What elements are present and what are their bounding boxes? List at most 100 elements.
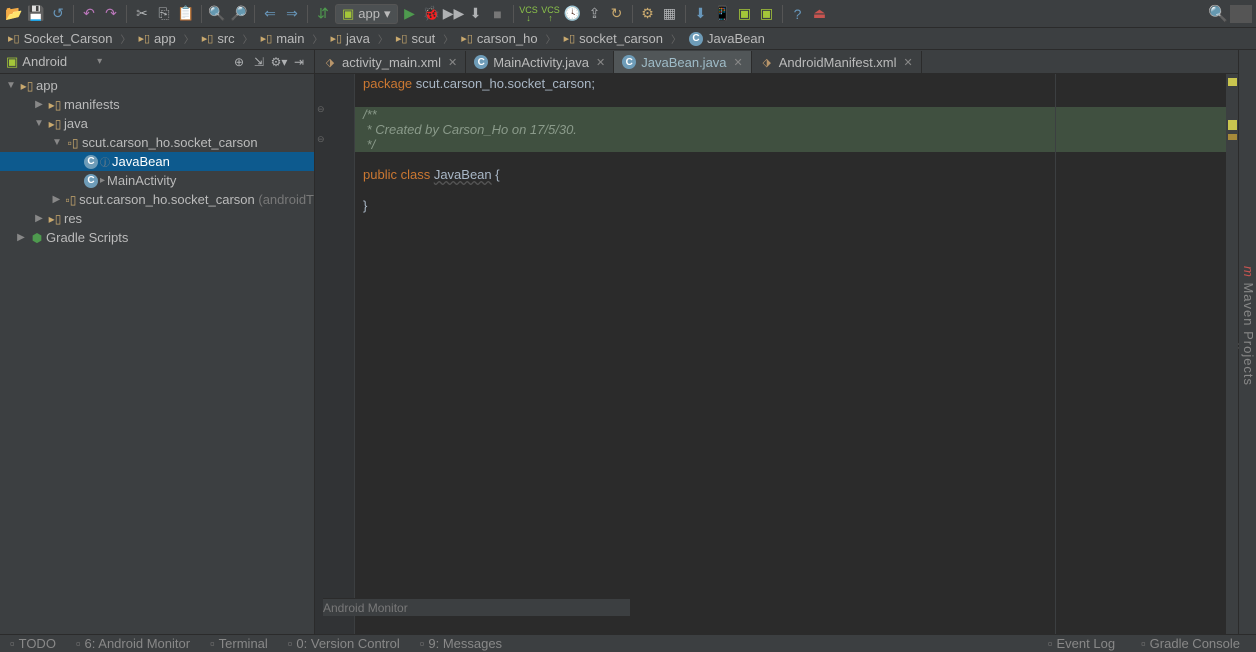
tree-node[interactable]: ▶⬢Gradle Scripts: [0, 228, 314, 247]
tree-node[interactable]: ▼▫▯scut.carson_ho.socket_carson: [0, 133, 314, 152]
tree-node[interactable]: ▶▫▯scut.carson_ho.socket_carson (android…: [0, 190, 314, 209]
editor-tab[interactable]: C MainActivity.java ✕: [466, 51, 614, 73]
bottom-tool-tab[interactable]: ▫ 9: Messages: [410, 635, 512, 652]
project-view-selector[interactable]: Android: [22, 54, 67, 69]
module-icon: ▸▯: [18, 79, 36, 93]
run-config-label: app: [358, 6, 380, 21]
folder-icon: ▸▯: [138, 32, 150, 45]
scroll-from-source-icon[interactable]: ⊕: [230, 53, 248, 71]
tool-window-label[interactable]: Android Monitor: [323, 598, 630, 616]
tab-label: MainActivity.java: [493, 55, 589, 70]
avd-manager-icon[interactable]: 📱: [713, 4, 733, 24]
save-icon[interactable]: 💾: [26, 4, 46, 24]
tab-close-icon[interactable]: ✕: [596, 56, 605, 69]
breadcrumb-item[interactable]: ▸▯src: [198, 31, 257, 46]
cut-icon[interactable]: ✂: [132, 4, 152, 24]
exit-icon[interactable]: ⏏: [810, 4, 830, 24]
copy-icon[interactable]: ⎘: [154, 4, 174, 24]
folder-icon: ▸▯: [46, 117, 64, 131]
breadcrumb-label: src: [217, 31, 234, 46]
profile-icon[interactable]: ▶▶: [444, 4, 464, 24]
editor-marker-bar[interactable]: [1226, 74, 1238, 634]
dropdown-arrow-icon[interactable]: ▾: [97, 56, 102, 67]
tree-node[interactable]: ▼▸▯java: [0, 114, 314, 133]
run-icon[interactable]: ▶: [400, 4, 420, 24]
breadcrumb-item[interactable]: CJavaBean: [685, 31, 769, 46]
collapse-all-icon[interactable]: ⇲: [250, 53, 268, 71]
tab-close-icon[interactable]: ✕: [448, 56, 457, 69]
build-icon[interactable]: ⇵: [313, 4, 333, 24]
class-icon: C: [622, 55, 636, 69]
redo-icon[interactable]: ↷: [101, 4, 121, 24]
stop-icon[interactable]: ■: [488, 4, 508, 24]
bottom-tool-tab[interactable]: ▫ Terminal: [200, 635, 278, 652]
vcs-update-icon[interactable]: VCS↓: [519, 4, 539, 24]
bottom-tool-tab-right[interactable]: ▫ Gradle Console: [1131, 636, 1250, 651]
editor-tab[interactable]: CJavaBean.java✕: [614, 51, 752, 73]
folder-icon: ▸▯: [46, 212, 64, 226]
breadcrumb-item[interactable]: ▸▯ carson_ho: [457, 31, 559, 46]
breadcrumb-item[interactable]: ▸▯app: [134, 31, 197, 46]
breadcrumb-item[interactable]: ▸▯socket_carson: [560, 31, 685, 46]
tab-label: activity_main.xml: [342, 55, 441, 70]
breadcrumb-item[interactable]: ▸▯ Socket_Carson: [4, 31, 134, 46]
project-structure-icon[interactable]: ▦: [660, 4, 680, 24]
undo-icon[interactable]: ↶: [79, 4, 99, 24]
open-icon[interactable]: 📂: [4, 4, 24, 24]
code-editor[interactable]: package scut.carson_ho.socket_carson; /*…: [355, 74, 1226, 634]
breadcrumb-item[interactable]: ▸▯scut: [392, 31, 457, 46]
editor-tab[interactable]: ⬗activity_main.xml✕: [315, 51, 466, 73]
tree-node[interactable]: ▶▸▯manifests: [0, 95, 314, 114]
breadcrumb: ▸▯Socket_Carson▸▯app▸▯src▸▯main▸▯java▸▯s…: [0, 28, 1256, 50]
breadcrumb-item[interactable]: ▸▯java: [326, 31, 391, 46]
breadcrumb-label: java: [346, 31, 370, 46]
xml-icon: ⬗: [760, 55, 774, 69]
help-icon[interactable]: ?: [788, 4, 808, 24]
project-panel: ▣ Android ▾ ⊕ ⇲ ⚙▾ ⇥ ▼▸▯app▶▸▯manifests▼…: [0, 50, 315, 634]
vcs-push-icon[interactable]: ⇪: [585, 4, 605, 24]
class-icon: C: [689, 32, 703, 46]
folder-icon: ▸▯: [261, 32, 273, 45]
tab-close-icon[interactable]: ✕: [734, 56, 743, 69]
debug-icon[interactable]: 🐞: [422, 4, 442, 24]
run-config-selector[interactable]: ▣ app ▾: [335, 4, 398, 24]
settings-icon[interactable]: ⚙: [638, 4, 658, 24]
bottom-tool-tab-right[interactable]: ▫ Event Log: [1038, 636, 1125, 651]
main-toolbar: 📂 💾 ↺ ↶ ↷ ✂ ⎘ 📋 🔍 🔎 ⇐ ⇒ ⇵ ▣ app ▾ ▶ 🐞 ▶▶…: [0, 0, 1256, 28]
breadcrumb-label: Socket_Carson: [24, 31, 113, 46]
class-icon: C: [474, 55, 488, 69]
replace-icon[interactable]: 🔎: [229, 4, 249, 24]
tree-node-root[interactable]: ▼▸▯app: [0, 76, 314, 95]
bottom-tool-tab[interactable]: ▫ TODO: [0, 635, 66, 652]
layout-inspector-icon[interactable]: ▣: [735, 4, 755, 24]
sync-icon[interactable]: ↺: [48, 4, 68, 24]
tree-node[interactable]: C▸MainActivity: [0, 171, 314, 190]
breadcrumb-label: carson_ho: [477, 31, 538, 46]
forward-icon[interactable]: ⇒: [282, 4, 302, 24]
find-icon[interactable]: 🔍: [207, 4, 227, 24]
gradle-icon: ⬢: [28, 231, 46, 245]
paste-icon[interactable]: 📋: [176, 4, 196, 24]
bottom-tool-tab[interactable]: ▫ 6: Android Monitor: [66, 635, 200, 652]
bottom-tool-tab[interactable]: ▫ 0: Version Control: [278, 635, 410, 652]
vcs-commit-icon[interactable]: VCS↑: [541, 4, 561, 24]
maven-tool-button[interactable]: m Maven Projects: [1241, 58, 1256, 594]
editor-gutter[interactable]: ⊖ ⊖: [315, 74, 355, 634]
tab-close-icon[interactable]: ✕: [904, 56, 913, 69]
editor-tab[interactable]: ⬗AndroidManifest.xml✕: [752, 51, 922, 73]
hide-icon[interactable]: ⇥: [290, 53, 308, 71]
back-icon[interactable]: ⇐: [260, 4, 280, 24]
vcs-history-icon[interactable]: 🕓: [563, 4, 583, 24]
settings-gear-icon[interactable]: ⚙▾: [270, 53, 288, 71]
tree-node[interactable]: ▶▸▯res: [0, 209, 314, 228]
folder-icon: ▸▯: [461, 32, 473, 45]
sdk-manager-icon[interactable]: ⬇: [691, 4, 711, 24]
search-everywhere-icon[interactable]: 🔍: [1208, 4, 1228, 24]
tree-node[interactable]: CⓙJavaBean: [0, 152, 314, 171]
attach-icon[interactable]: ⬇: [466, 4, 486, 24]
breadcrumb-item[interactable]: ▸▯main: [257, 31, 327, 46]
vcs-revert-icon[interactable]: ↻: [607, 4, 627, 24]
user-icon[interactable]: [1230, 5, 1252, 23]
folder-icon: ▸▯: [8, 32, 20, 45]
device-monitor-icon[interactable]: ▣: [757, 4, 777, 24]
